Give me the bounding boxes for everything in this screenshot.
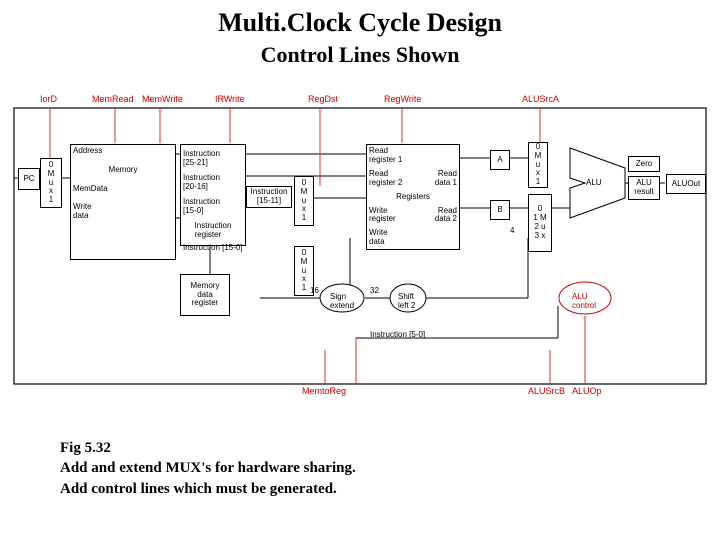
label-32: 32	[370, 286, 379, 295]
block-memory: Address Memory MemData Write data	[70, 144, 176, 260]
label-4: 4	[510, 226, 514, 235]
label-zero: Zero	[628, 156, 660, 172]
label-16: 16	[310, 286, 319, 295]
label-writedata2: Write data	[369, 229, 388, 247]
label-registers: Registers	[396, 193, 430, 202]
ctrl-iord: IorD	[40, 94, 57, 104]
page-title: Multi.Clock Cycle Design	[0, 8, 720, 38]
datapath-diagram: IorD MemRead MemWrite IRWrite RegDst Reg…	[10, 98, 710, 398]
page-subtitle: Control Lines Shown	[0, 42, 720, 68]
label-writereg: Write register	[369, 207, 396, 225]
label-memdata: MemData	[73, 185, 108, 194]
mux-alusrca: 0 M u x 1	[528, 142, 548, 188]
label-i2521: Instruction [25-21]	[183, 150, 220, 168]
label-address: Address	[73, 147, 102, 156]
label-i150a: Instruction [15-0]	[183, 198, 220, 216]
ctrl-regwrite: RegWrite	[384, 94, 421, 104]
label-ir: Instruction register	[195, 222, 232, 240]
block-b: B	[490, 200, 510, 220]
mux-iord: 0 M u x 1	[40, 158, 62, 208]
label-signext: Sign extend	[330, 292, 354, 310]
label-readdata2: Read data 2	[435, 207, 457, 225]
mux-regdst: 0 M u x 1	[294, 176, 314, 226]
label-i2016: Instruction [20-16]	[183, 174, 220, 192]
mux-alusrcb: 0 1 M 2 u 3 x	[528, 194, 552, 252]
block-a: A	[490, 150, 510, 170]
ctrl-memwrite: MemWrite	[142, 94, 183, 104]
caption-line2: Add and extend MUX's for hardware sharin…	[60, 458, 356, 478]
label-i50: Instruction [5-0]	[370, 330, 425, 339]
block-registers: Read register 1 Read register 2 Read dat…	[366, 144, 460, 250]
ctrl-aluop: ALUOp	[572, 386, 602, 396]
block-mdr: Memory data register	[180, 274, 230, 316]
label-readdata1: Read data 1	[435, 170, 457, 188]
ctrl-regdst: RegDst	[308, 94, 338, 104]
ctrl-irwrite: IRWrite	[215, 94, 245, 104]
label-writedata: Write data	[73, 203, 92, 221]
figure-caption: Fig 5.32 Add and extend MUX's for hardwa…	[60, 438, 356, 499]
block-aluout: ALUOut	[666, 174, 706, 194]
label-aluresult: ALU result	[628, 176, 660, 200]
block-ir: Instruction [25-21] Instruction [20-16] …	[180, 144, 246, 246]
ctrl-alusrcb: ALUSrcB	[528, 386, 565, 396]
label-alu: ALU	[586, 178, 602, 187]
label-memory: Memory	[109, 166, 138, 175]
ctrl-alusrca: ALUSrcA	[522, 94, 559, 104]
caption-line1: Fig 5.32	[60, 438, 356, 458]
block-pc: PC	[18, 168, 40, 190]
label-i150b: Instruction [15-0]	[183, 243, 243, 252]
label-readreg2: Read register 2	[369, 170, 402, 188]
ctrl-memtoreg: MemtoReg	[302, 386, 346, 396]
label-shl2: Shift left 2	[398, 292, 415, 310]
label-i1511: Instruction [15-11]	[246, 186, 292, 208]
caption-line3: Add control lines which must be generate…	[60, 479, 356, 499]
label-readreg1: Read register 1	[369, 147, 402, 165]
label-aluctrl: ALU control	[572, 292, 596, 310]
ctrl-memread: MemRead	[92, 94, 134, 104]
